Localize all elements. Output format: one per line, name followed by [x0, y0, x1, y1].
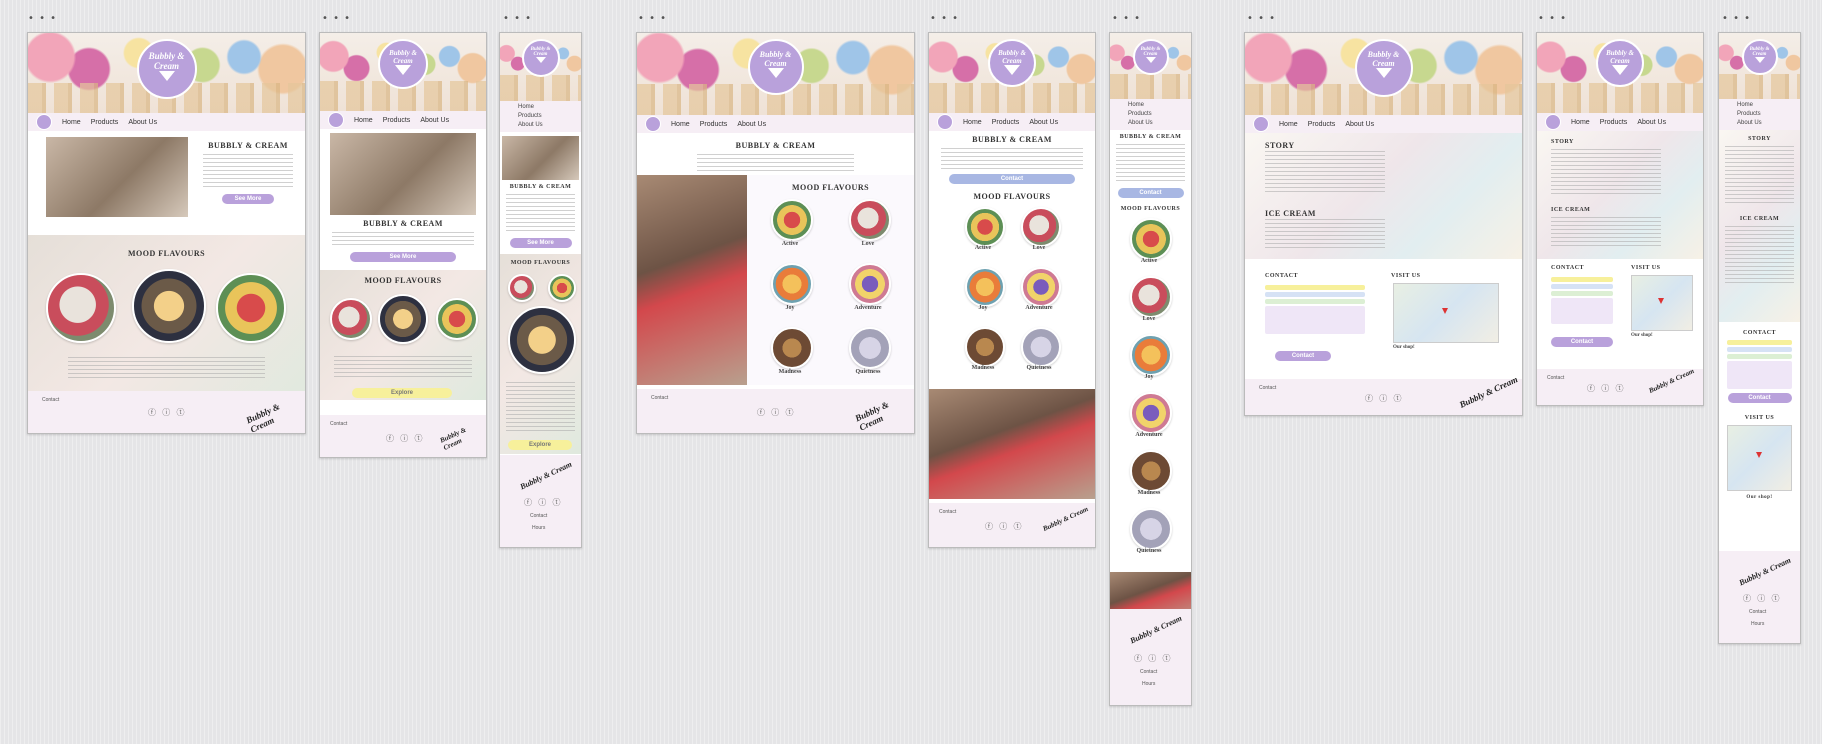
- about-desktop-frame: Bubbly & Cream Home Products About Us STOR…: [1244, 32, 1523, 416]
- nav-home[interactable]: Home: [671, 121, 690, 128]
- mood-text: [68, 357, 265, 379]
- nav-about[interactable]: About Us: [128, 119, 157, 126]
- window-controls: • • •: [322, 13, 352, 24]
- explore-button[interactable]: Explore: [352, 388, 452, 398]
- nav-home[interactable]: Home: [62, 119, 81, 126]
- see-more-button[interactable]: See More: [222, 194, 274, 204]
- products-mobile-frame: Bubbly & Cream Home Products About Us BUBB…: [1109, 32, 1192, 706]
- message-field[interactable]: [1265, 306, 1365, 334]
- flavour-circle[interactable]: [132, 269, 206, 343]
- footer-logo: Bubbly & Cream: [244, 401, 282, 434]
- family-photo: [46, 137, 188, 217]
- contact-submit-button[interactable]: Contact: [1275, 351, 1331, 361]
- window-controls: • • •: [638, 13, 668, 24]
- email-field[interactable]: [1265, 292, 1365, 297]
- about-tablet-frame: Bubbly & Cream Home Products About Us STOR…: [1536, 32, 1704, 406]
- nav-about[interactable]: About Us: [518, 121, 563, 130]
- flavour-circle[interactable]: [216, 273, 286, 343]
- footer: Contact ⓕ ⓘ ⓣ Bubbly & Cream: [28, 391, 305, 433]
- see-more-button[interactable]: See More: [509, 238, 572, 248]
- section-title: BUBBLY & CREAM: [363, 219, 443, 228]
- explore-button[interactable]: Explore: [508, 440, 572, 450]
- contact-form: [1265, 283, 1365, 336]
- icecream-title: ICE CREAM: [1265, 209, 1316, 218]
- window-controls: • • •: [503, 13, 533, 24]
- nav-products[interactable]: Products: [91, 119, 119, 126]
- nav-home[interactable]: Home: [354, 117, 373, 124]
- contact-button[interactable]: Contact: [949, 174, 1075, 184]
- map[interactable]: [1393, 283, 1499, 343]
- nav-products[interactable]: Products: [383, 117, 411, 124]
- home-mobile-frame: Bubbly & Cream Home Products About Us BUBB…: [499, 32, 582, 548]
- home-tablet-frame: Bubbly & Cream Home Products About Us BUBB…: [319, 32, 487, 458]
- name-field[interactable]: [1265, 285, 1365, 290]
- mood-flavours-section: MOOD FLAVOURS Explore: [28, 235, 305, 415]
- family-photo: [330, 133, 476, 215]
- window-controls: • • •: [1722, 13, 1752, 24]
- mood-title: MOOD FLAVOURS: [364, 276, 442, 285]
- footer-contact: Contact: [42, 397, 60, 403]
- nav-about[interactable]: About Us: [420, 117, 449, 124]
- social-icons[interactable]: ⓕ ⓘ ⓣ: [148, 407, 186, 418]
- window-controls: • • •: [1112, 13, 1142, 24]
- section-title: BUBBLY & CREAM: [208, 141, 288, 150]
- see-more-button[interactable]: See More: [350, 252, 456, 262]
- nav-products[interactable]: Products: [700, 121, 728, 128]
- window-controls: • • •: [930, 13, 960, 24]
- girl-popsicle-photo: [637, 175, 747, 385]
- window-controls: • • •: [1538, 13, 1568, 24]
- products-tablet-frame: Bubbly & Cream Home Products About Us BUBB…: [928, 32, 1096, 548]
- window-controls: • • •: [28, 13, 58, 24]
- phone-field[interactable]: [1265, 299, 1365, 304]
- nav-home[interactable]: Home: [518, 103, 563, 112]
- flavour-circle[interactable]: [46, 273, 116, 343]
- nav-products[interactable]: Products: [518, 112, 563, 121]
- nav-logo-icon[interactable]: [36, 114, 52, 130]
- window-controls: • • •: [1247, 13, 1277, 24]
- hero-banner: Bubbly & Cream: [28, 33, 305, 113]
- about-mobile-frame: Bubbly & Cream Home Products About Us STOR…: [1718, 32, 1801, 644]
- products-desktop-frame: Bubbly & Cream Home Products About Us BUBB…: [636, 32, 915, 434]
- intro-text: [203, 154, 293, 190]
- logo[interactable]: Bubbly & Cream: [378, 39, 428, 89]
- logo[interactable]: Bubbly & Cream: [136, 39, 197, 99]
- mood-title: MOOD FLAVOURS: [127, 249, 206, 258]
- story-title: STORY: [1265, 141, 1295, 150]
- nav-about[interactable]: About Us: [737, 121, 766, 128]
- nav-bar: Home Products About Us: [28, 113, 305, 131]
- home-desktop-frame: Bubbly & Cream Home Products About Us BUBB…: [27, 32, 306, 434]
